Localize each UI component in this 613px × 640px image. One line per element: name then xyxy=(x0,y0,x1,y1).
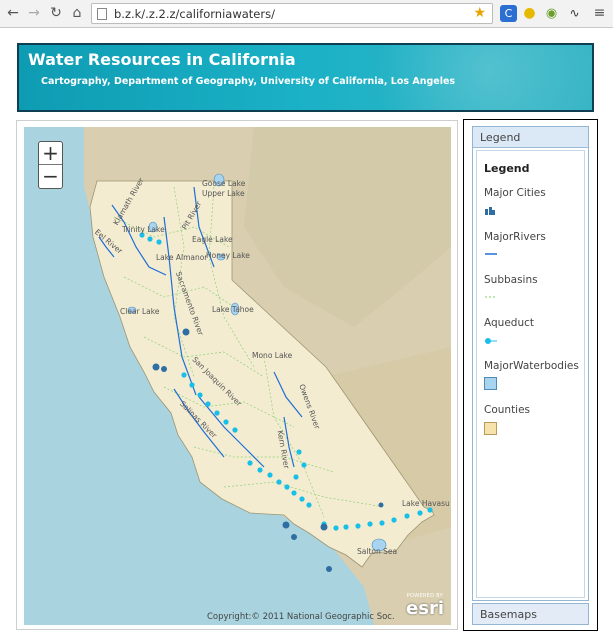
zoom-control: + − xyxy=(38,141,63,189)
map-label-salton-sea: Salton Sea xyxy=(357,547,397,556)
legend-label-counties: Counties xyxy=(484,404,530,416)
back-arrow-icon[interactable]: ← xyxy=(5,5,21,21)
home-icon[interactable]: ⌂ xyxy=(69,5,85,21)
page-subtitle: Cartography, Department of Geography, Un… xyxy=(41,76,455,87)
map-label-mono-lake: Mono Lake xyxy=(252,351,292,360)
page-title: Water Resources in California xyxy=(28,50,296,69)
map-label-upper-lake: Upper Lake xyxy=(202,189,245,198)
side-panel: Legend Legend Major Cities MajorRivers S… xyxy=(463,119,598,631)
map-label-trinity-lake: Trinity Lake xyxy=(122,225,165,234)
esri-wordmark: esri xyxy=(406,598,444,619)
legend-pane: Legend Legend Major Cities MajorRivers S… xyxy=(472,126,589,601)
lightbulb-icon[interactable]: ● xyxy=(521,5,538,22)
bookmark-star-icon[interactable]: ★ xyxy=(473,5,486,21)
zoom-in-button[interactable]: + xyxy=(39,142,62,165)
page-icon xyxy=(97,8,107,20)
legend-content: Legend Major Cities MajorRivers Subbasin… xyxy=(476,150,585,598)
aqueduct-symbol-icon xyxy=(484,337,498,345)
zoom-out-button[interactable]: − xyxy=(39,165,62,188)
header-banner: Water Resources in California Cartograph… xyxy=(17,43,594,112)
browser-toolbar: ← → ↻ ⌂ b.z.k/.z.2.z/californiawaters/ ★… xyxy=(0,0,613,28)
basemaps-pane-header[interactable]: Basemaps xyxy=(472,603,589,625)
map-canvas[interactable]: Goose Lake Upper Lake Trinity Lake Eagle… xyxy=(24,127,451,625)
subbasin-symbol-icon xyxy=(484,294,498,300)
waterbody-symbol-icon xyxy=(484,377,497,390)
esri-logo[interactable]: POWERED BY esri xyxy=(401,593,445,621)
legend-label-major-rivers: MajorRivers xyxy=(484,231,546,243)
city-symbol-icon xyxy=(484,206,496,216)
map-label-lake-almanor: Lake Almanor xyxy=(156,253,207,262)
eye-icon[interactable]: ◉ xyxy=(543,5,560,22)
reload-icon[interactable]: ↻ xyxy=(48,5,64,21)
legend-label-subbasins: Subbasins xyxy=(484,274,538,286)
legend-label-major-cities: Major Cities xyxy=(484,187,546,199)
address-url[interactable]: b.z.k/.z.2.z/californiawaters/ xyxy=(114,7,275,21)
map-label-honey-lake: Honey Lake xyxy=(206,251,250,260)
map-label-eagle-lake: Eagle Lake xyxy=(192,235,233,244)
pulse-icon[interactable]: ∿ xyxy=(566,5,583,22)
legend-title: Legend xyxy=(484,162,530,175)
forward-arrow-icon[interactable]: → xyxy=(26,5,42,21)
map-panel: Goose Lake Upper Lake Trinity Lake Eagle… xyxy=(16,120,458,630)
legend-label-aqueduct: Aqueduct xyxy=(484,317,534,329)
map-copyright: Copyright:© 2011 National Geographic Soc… xyxy=(207,612,395,622)
county-symbol-icon xyxy=(484,422,497,435)
map-label-goose-lake: Goose Lake xyxy=(202,179,245,188)
map-label-clear-lake: Clear Lake xyxy=(120,307,159,316)
legend-pane-header[interactable]: Legend xyxy=(473,127,588,148)
address-bar[interactable]: b.z.k/.z.2.z/californiawaters/ ★ xyxy=(91,3,493,24)
menu-icon[interactable]: ≡ xyxy=(591,5,608,22)
map-label-lake-tahoe: Lake Tahoe xyxy=(212,305,254,314)
river-symbol-icon xyxy=(484,251,498,257)
legend-label-major-waterbodies: MajorWaterbodies xyxy=(484,360,579,372)
map-label-lake-havasu: Lake Havasu xyxy=(402,499,450,508)
extension-c-icon[interactable]: C xyxy=(500,5,517,22)
